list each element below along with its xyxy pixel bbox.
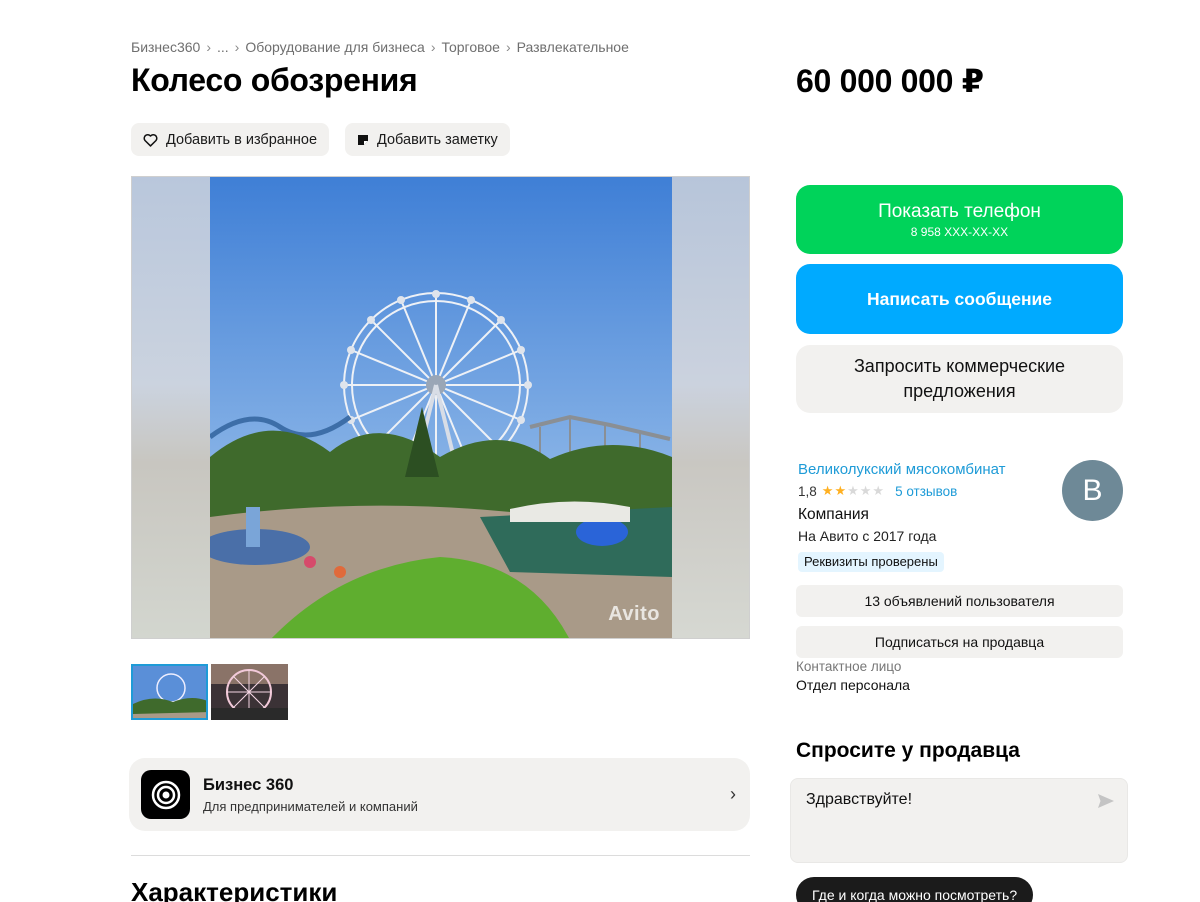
thumbnail-image-2 <box>211 664 288 720</box>
show-phone-button[interactable]: Показать телефон 8 958 XXX-XX-XX <box>796 185 1123 254</box>
price: 60 000 000 ₽ <box>796 63 984 99</box>
business360-subtitle: Для предпринимателей и компаний <box>203 798 418 814</box>
breadcrumb-separator: › <box>430 39 436 55</box>
add-note-button[interactable]: Добавить заметку <box>345 123 510 156</box>
request-offers-button[interactable]: Запросить коммерческие предложения <box>796 345 1123 413</box>
quick-question-label: Где и когда можно посмотреть? <box>812 887 1018 902</box>
ask-seller-heading: Спросите у продавца <box>796 739 1020 762</box>
breadcrumb-separator: › <box>234 39 240 55</box>
breadcrumb-item-business360[interactable]: Бизнес360 <box>131 39 200 55</box>
chevron-right-icon: › <box>730 784 736 804</box>
message-text: Здравствуйте! <box>806 791 913 808</box>
seller-type: Компания <box>798 506 869 523</box>
business360-title: Бизнес 360 <box>203 775 294 794</box>
thumbnail-1[interactable] <box>131 664 208 720</box>
add-note-label: Добавить заметку <box>377 131 498 148</box>
breadcrumb-item-equipment[interactable]: Оборудование для бизнеса <box>245 39 424 55</box>
star-icon: ★ <box>847 483 859 498</box>
heart-icon <box>143 133 158 147</box>
avatar[interactable]: В <box>1062 460 1123 521</box>
business360-card[interactable]: Бизнес 360 Для предпринимателей и компан… <box>129 758 750 831</box>
star-icon: ★ <box>872 483 885 498</box>
request-offers-line2: предложения <box>903 381 1016 401</box>
thumbnail-2[interactable] <box>211 664 288 720</box>
send-icon[interactable] <box>1097 793 1115 809</box>
breadcrumb-item-trade[interactable]: Торговое <box>441 39 499 55</box>
star-icon: ★ <box>834 483 847 498</box>
phone-masked: 8 958 XXX-XX-XX <box>910 224 1009 239</box>
star-icon: ★ <box>859 483 872 498</box>
subscribe-seller-button[interactable]: Подписаться на продавца <box>796 626 1123 658</box>
seller-listings-label: 13 объявлений пользователя <box>864 593 1055 609</box>
star-icon: ★ <box>821 483 834 498</box>
contact-person-value: Отдел персонала <box>796 677 910 693</box>
gallery-blur-right <box>671 177 749 638</box>
contact-person-label: Контактное лицо <box>796 659 902 674</box>
show-phone-label: Показать телефон <box>878 200 1041 222</box>
breadcrumb-item-ellipsis[interactable]: ... <box>217 39 229 55</box>
add-favorite-label: Добавить в избранное <box>166 131 318 148</box>
quick-question-chip[interactable]: Где и когда можно посмотреть? <box>796 877 1034 902</box>
reviews-link[interactable]: 5 отзывов <box>895 484 957 499</box>
write-message-label: Написать сообщение <box>866 288 1053 309</box>
breadcrumb-item-entertainment[interactable]: Развлекательное <box>517 39 629 55</box>
subscribe-seller-label: Подписаться на продавца <box>874 634 1045 650</box>
ferris-wheel-photo <box>200 177 672 638</box>
rating-stars: ★ ★ ★ ★ ★ <box>822 483 884 499</box>
page-title: Колесо обозрения <box>131 62 418 98</box>
characteristics-heading: Характеристики <box>131 877 338 902</box>
section-divider <box>131 855 750 856</box>
verified-badge: Реквизиты проверены <box>798 552 944 572</box>
message-input[interactable]: Здравствуйте! <box>790 778 1128 863</box>
breadcrumb-separator: › <box>505 39 511 55</box>
breadcrumb-separator: › <box>206 39 211 55</box>
thumbnail-image-1 <box>133 666 206 718</box>
request-offers-line1: Запросить коммерческие <box>853 356 1066 376</box>
seller-listings-button[interactable]: 13 объявлений пользователя <box>796 585 1123 617</box>
gallery-blur-left <box>132 177 210 638</box>
seller-name-link[interactable]: Великолукский мясокомбинат <box>798 461 1006 478</box>
note-icon <box>358 134 368 145</box>
write-message-button[interactable]: Написать сообщение <box>796 264 1123 334</box>
add-favorite-button[interactable]: Добавить в избранное <box>131 123 330 156</box>
breadcrumb: Бизнес360 › ... › Оборудование для бизне… <box>131 39 629 55</box>
rating-value: 1,8 <box>798 483 817 499</box>
business360-logo <box>141 770 190 819</box>
photo-gallery[interactable]: Avito <box>131 176 750 639</box>
avito-watermark: Avito <box>608 603 660 625</box>
main-photo[interactable]: Avito <box>200 177 672 638</box>
seller-rating: 1,8 ★ ★ ★ ★ ★ 5 отзывов <box>798 483 957 499</box>
seller-since: На Авито с 2017 года <box>798 528 937 544</box>
